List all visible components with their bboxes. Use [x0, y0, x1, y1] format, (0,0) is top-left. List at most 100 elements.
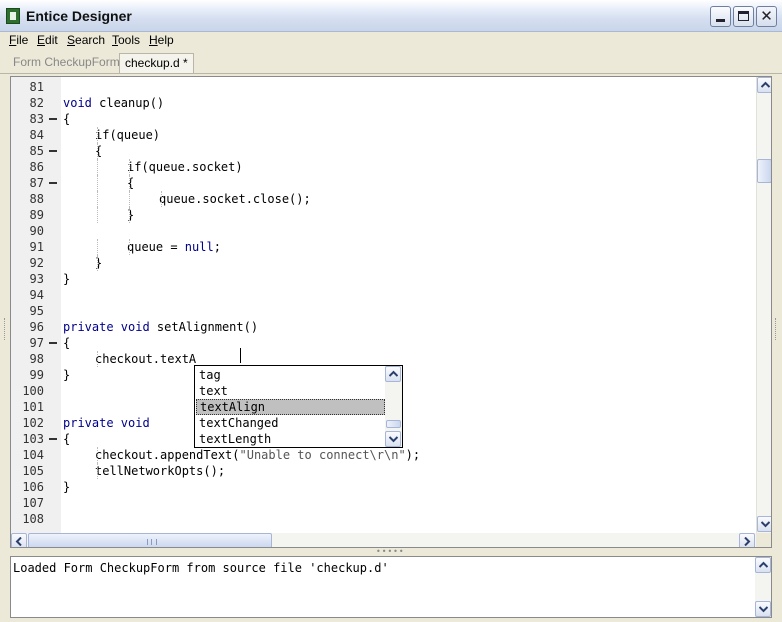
maximize-button[interactable] [733, 6, 754, 27]
scroll-left-button[interactable] [11, 533, 27, 547]
code-text: { [63, 335, 70, 351]
indent-guide [97, 127, 98, 143]
code-fragment: } [63, 368, 71, 382]
code-line: 106} [11, 479, 756, 495]
code-line: 95 [11, 303, 756, 319]
code-line: 83 { [11, 111, 756, 127]
code-fragment: } [63, 272, 71, 286]
code-text: checkout.textA [95, 351, 196, 367]
text-caret [240, 348, 241, 363]
arrow-down-icon [389, 436, 398, 443]
code-fragment: tellNetworkOpts(); [95, 464, 226, 478]
code-line: 97 { [11, 335, 756, 351]
popup-scroll-thumb[interactable] [386, 420, 401, 428]
menu-edit[interactable]: Edit [37, 32, 58, 48]
output-scroll-down-button[interactable] [755, 601, 771, 617]
popup-scroll-up-button[interactable] [385, 366, 401, 382]
autocomplete-item[interactable]: textAlign [196, 399, 385, 415]
scrollbar-corner [756, 533, 771, 547]
indent-guide [129, 207, 130, 223]
line-number: 85 [29, 144, 44, 158]
fold-marker-icon[interactable] [49, 342, 57, 344]
fold-marker-icon[interactable] [49, 118, 57, 120]
keyword: private void [63, 416, 150, 430]
line-number: 101 [22, 400, 44, 414]
code-line: 107 [11, 495, 756, 511]
app-icon [6, 8, 20, 24]
output-scroll-up-button[interactable] [755, 557, 771, 573]
autocomplete-item[interactable]: textChanged [196, 415, 385, 431]
autocomplete-item[interactable]: text [196, 383, 385, 399]
code-fragment: cleanup() [91, 96, 165, 110]
scroll-up-button[interactable] [757, 77, 771, 93]
tab-form-checkupform[interactable]: Form CheckupForm * [8, 53, 133, 73]
line-number: 102 [22, 416, 44, 430]
code-fragment: queue.socket.close(); [159, 192, 311, 206]
fold-marker-icon[interactable] [49, 150, 57, 152]
fold-marker-icon[interactable] [49, 438, 57, 440]
editor-vertical-scrollbar[interactable] [756, 77, 771, 533]
line-number: 92 [29, 256, 44, 270]
line-number: 94 [29, 288, 44, 302]
popup-scroll-down-button[interactable] [385, 431, 401, 447]
menu-bar: File Edit Search Tools Help [0, 32, 782, 51]
line-number: 108 [22, 512, 44, 526]
tab-checkup-d[interactable]: checkup.d * [119, 53, 194, 73]
indent-guide [97, 191, 98, 207]
line-number: 95 [29, 304, 44, 318]
autocomplete-popup[interactable]: tag text textAlign textChanged textLength [194, 365, 403, 448]
code-line: 86 if(queue.socket) [11, 159, 756, 175]
code-fragment: { [63, 336, 71, 350]
code-text: { [63, 111, 70, 127]
line-number: 105 [22, 464, 44, 478]
code-text: private void setAlignment() [63, 319, 258, 335]
code-fragment: if(queue) [95, 128, 161, 142]
indent-guide [129, 239, 130, 255]
output-message: Loaded Form CheckupForm from source file… [13, 561, 389, 575]
code-line: 90 [11, 223, 756, 239]
autocomplete-item[interactable]: textLength [196, 431, 385, 447]
horizontal-scroll-thumb[interactable] [28, 533, 272, 547]
line-number: 87 [29, 176, 44, 190]
line-number: 84 [29, 128, 44, 142]
indent-guide [161, 191, 162, 207]
line-number: 104 [22, 448, 44, 462]
close-button[interactable]: ✕ [756, 6, 777, 27]
menu-search[interactable]: Search [67, 32, 105, 48]
editor-horizontal-scrollbar[interactable] [11, 533, 756, 547]
line-number: 100 [22, 384, 44, 398]
line-number: 99 [29, 368, 44, 382]
code-line: 94 [11, 287, 756, 303]
indent-guide [97, 447, 98, 463]
left-splitter-grip[interactable] [4, 318, 8, 340]
autocomplete-scrollbar[interactable] [385, 366, 402, 447]
vertical-scroll-thumb[interactable] [757, 159, 771, 183]
code-editor[interactable]: 81 82 void cleanup() 83{84 if(queue) 85{86 if(… [10, 76, 772, 548]
indent-guide [97, 351, 98, 367]
indent-guide [129, 191, 130, 207]
keyword: null [184, 240, 214, 254]
menu-help[interactable]: Help [149, 32, 174, 48]
fold-marker-icon[interactable] [49, 182, 57, 184]
indent-guide [129, 159, 130, 175]
scroll-right-button[interactable] [739, 533, 755, 547]
line-number: 97 [29, 336, 44, 350]
tab-bar: Form CheckupForm * checkup.d * [0, 51, 782, 75]
code-line: 92} [11, 255, 756, 271]
scroll-down-button[interactable] [757, 516, 771, 532]
menu-file[interactable]: File [9, 32, 28, 48]
code-text: void cleanup() [63, 95, 164, 111]
code-fragment: queue = [127, 240, 185, 254]
autocomplete-item[interactable]: tag [196, 367, 385, 383]
code-fragment: { [63, 432, 71, 446]
code-line: 96 private void setAlignment() [11, 319, 756, 335]
splitter-handle[interactable]: ••••• [376, 548, 406, 556]
output-vertical-scrollbar[interactable] [755, 557, 771, 617]
code-line: 104 checkout.appendText("Unable to connec… [11, 447, 756, 463]
minimize-button[interactable] [710, 6, 731, 27]
indent-guide [97, 143, 98, 159]
right-splitter-grip[interactable] [775, 318, 779, 340]
code-text: queue = null; [127, 239, 221, 255]
code-fragment: setAlignment() [149, 320, 259, 334]
menu-tools[interactable]: Tools [112, 32, 140, 48]
